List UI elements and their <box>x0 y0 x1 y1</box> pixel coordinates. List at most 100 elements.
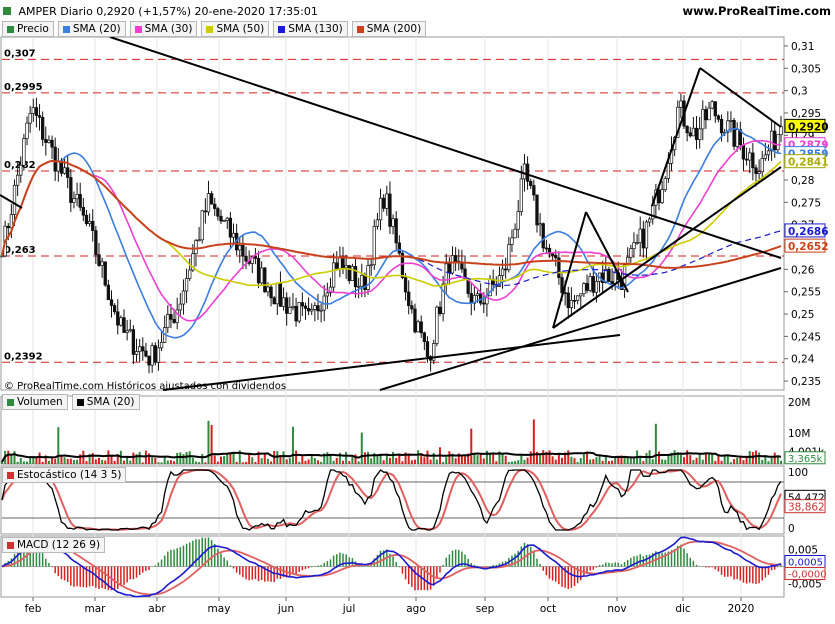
candle-body <box>582 283 586 295</box>
volume-bar <box>129 460 132 464</box>
chart-title: AMPER Diario 0,2920 (+1,57%) 20-ene-2020… <box>18 5 318 18</box>
candle-body <box>776 134 780 151</box>
candle-body <box>41 116 45 140</box>
candle-body <box>679 100 683 108</box>
candle-body <box>357 285 361 288</box>
candle-body <box>34 107 39 116</box>
volume-bar <box>260 458 263 464</box>
legend-swatch <box>62 25 70 33</box>
candle-body <box>206 193 211 213</box>
volume-bar <box>270 461 273 464</box>
volume-bar <box>482 458 485 464</box>
candle-body <box>360 274 364 287</box>
legend-item[interactable]: MACD (12 26 9) <box>2 537 106 553</box>
candle-body <box>294 306 298 322</box>
candle-body <box>748 152 752 161</box>
volume-bar <box>295 450 298 464</box>
price-tick-label: 0,25 <box>791 309 814 321</box>
volume-bar <box>304 460 307 464</box>
volume-bar <box>251 457 254 464</box>
candle-body <box>591 276 595 293</box>
volume-bar <box>263 454 266 464</box>
legend-item[interactable]: SMA (50) <box>201 21 270 37</box>
candle-body <box>698 128 702 140</box>
candle-body <box>225 217 229 221</box>
candle-body <box>44 139 48 143</box>
stochastic-tick-label: 100 <box>788 467 808 479</box>
candle-body <box>50 139 54 148</box>
volume-bar <box>154 457 157 464</box>
candle-body <box>763 154 768 159</box>
legend-item[interactable]: SMA (20) <box>71 394 140 410</box>
legend-item[interactable]: SMA (20) <box>57 21 126 37</box>
volume-bar <box>551 456 554 464</box>
volume-bar <box>388 457 391 464</box>
sma-20-line <box>1 127 782 339</box>
candle-body <box>347 265 351 281</box>
legend-label: SMA (20) <box>86 396 135 408</box>
volume-bar <box>410 460 413 464</box>
volume-bar <box>316 460 319 464</box>
volume-bar <box>329 454 332 464</box>
volume-bar <box>138 451 141 464</box>
candle-body <box>425 341 430 357</box>
candle-body <box>0 255 4 258</box>
candle-body <box>416 321 420 333</box>
volume-badge-value: 3,365k <box>788 454 823 465</box>
volume-bar <box>542 450 545 464</box>
volume-bar <box>442 461 445 464</box>
candle-body <box>116 311 120 326</box>
price-badge-value: 0,2686 <box>788 226 829 238</box>
candle-body <box>635 242 639 245</box>
legend-label: SMA (20) <box>72 23 121 35</box>
candle-body <box>773 130 777 151</box>
volume-bar <box>132 452 135 464</box>
site-link[interactable]: www.ProRealTime.com <box>682 4 831 18</box>
price-badge-value: 0,2652 <box>788 241 829 253</box>
candle-body <box>735 129 739 147</box>
candle-body <box>213 203 217 209</box>
volume-bar <box>82 450 85 464</box>
candle-body <box>172 318 176 323</box>
volume-bar <box>639 457 642 464</box>
volume-bar <box>395 457 398 464</box>
candle-body <box>194 240 198 255</box>
candle-body <box>522 163 527 180</box>
volume-bar <box>770 457 773 464</box>
candle-body <box>513 228 517 239</box>
volume-bar <box>194 461 197 464</box>
candle-body <box>331 262 336 288</box>
volume-bar <box>576 462 579 464</box>
volume-bar <box>285 459 288 464</box>
volume-bar <box>382 460 385 464</box>
volume-bar <box>69 458 72 464</box>
candle-body <box>244 255 248 262</box>
volume-bar <box>370 458 373 464</box>
volume-bar <box>301 456 304 464</box>
volume-bar <box>761 459 764 464</box>
price-tick-label: 0,31 <box>791 41 814 53</box>
volume-bar <box>561 457 564 464</box>
candle-body <box>156 347 161 363</box>
candle-body <box>629 248 633 258</box>
volume-bar <box>570 456 573 464</box>
candle-body <box>632 242 636 250</box>
legend-item[interactable]: Precio <box>2 21 54 37</box>
volume-bar <box>720 460 723 464</box>
volume-bar <box>16 461 19 464</box>
sma-30-line <box>1 139 782 322</box>
legend-item[interactable]: SMA (30) <box>129 21 198 37</box>
volume-bar <box>76 459 79 464</box>
volume-bar <box>686 450 689 464</box>
legend-item[interactable]: Estocástico (14 3 5) <box>2 467 127 483</box>
candle-body <box>310 309 314 312</box>
volume-bar <box>241 462 244 464</box>
level-label: 0,2995 <box>4 82 43 93</box>
candle-body <box>15 174 20 186</box>
candle-body <box>519 178 523 212</box>
candle-body <box>532 185 536 196</box>
legend-item[interactable]: SMA (130) <box>273 21 348 37</box>
volume-bar <box>445 457 448 464</box>
legend-item[interactable]: SMA (200) <box>351 21 427 37</box>
legend-item[interactable]: Volumen <box>2 394 68 410</box>
